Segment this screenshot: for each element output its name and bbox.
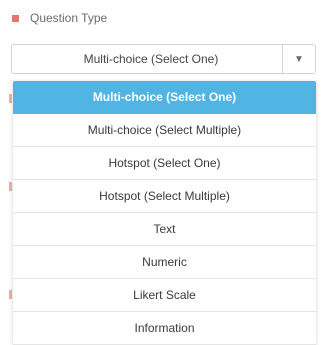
question-type-form: Question Type Multi-choice (Select One) … (0, 0, 322, 345)
hidden-field-marker (9, 182, 12, 191)
hidden-field-marker (9, 290, 12, 299)
option-text[interactable]: Text (13, 213, 316, 246)
question-type-label: Question Type (12, 11, 107, 25)
dropdown-arrow-icon[interactable]: ▼ (283, 45, 315, 73)
option-multi-choice-select-multiple[interactable]: Multi-choice (Select Multiple) (13, 114, 316, 147)
question-type-selected-value: Multi-choice (Select One) (83, 52, 219, 66)
option-numeric[interactable]: Numeric (13, 246, 316, 279)
hidden-field-marker (9, 94, 12, 103)
question-type-options-list: Multi-choice (Select One) Multi-choice (… (13, 81, 316, 345)
option-hotspot-select-multiple[interactable]: Hotspot (Select Multiple) (13, 180, 316, 213)
option-information[interactable]: Information (13, 312, 316, 345)
option-multi-choice-select-one[interactable]: Multi-choice (Select One) (13, 81, 316, 114)
option-hotspot-select-one[interactable]: Hotspot (Select One) (13, 147, 316, 180)
required-marker (12, 14, 19, 22)
option-likert-scale[interactable]: Likert Scale (13, 279, 316, 312)
question-type-label-text: Question Type (30, 11, 108, 25)
question-type-select[interactable]: Multi-choice (Select One) ▼ (11, 44, 316, 74)
